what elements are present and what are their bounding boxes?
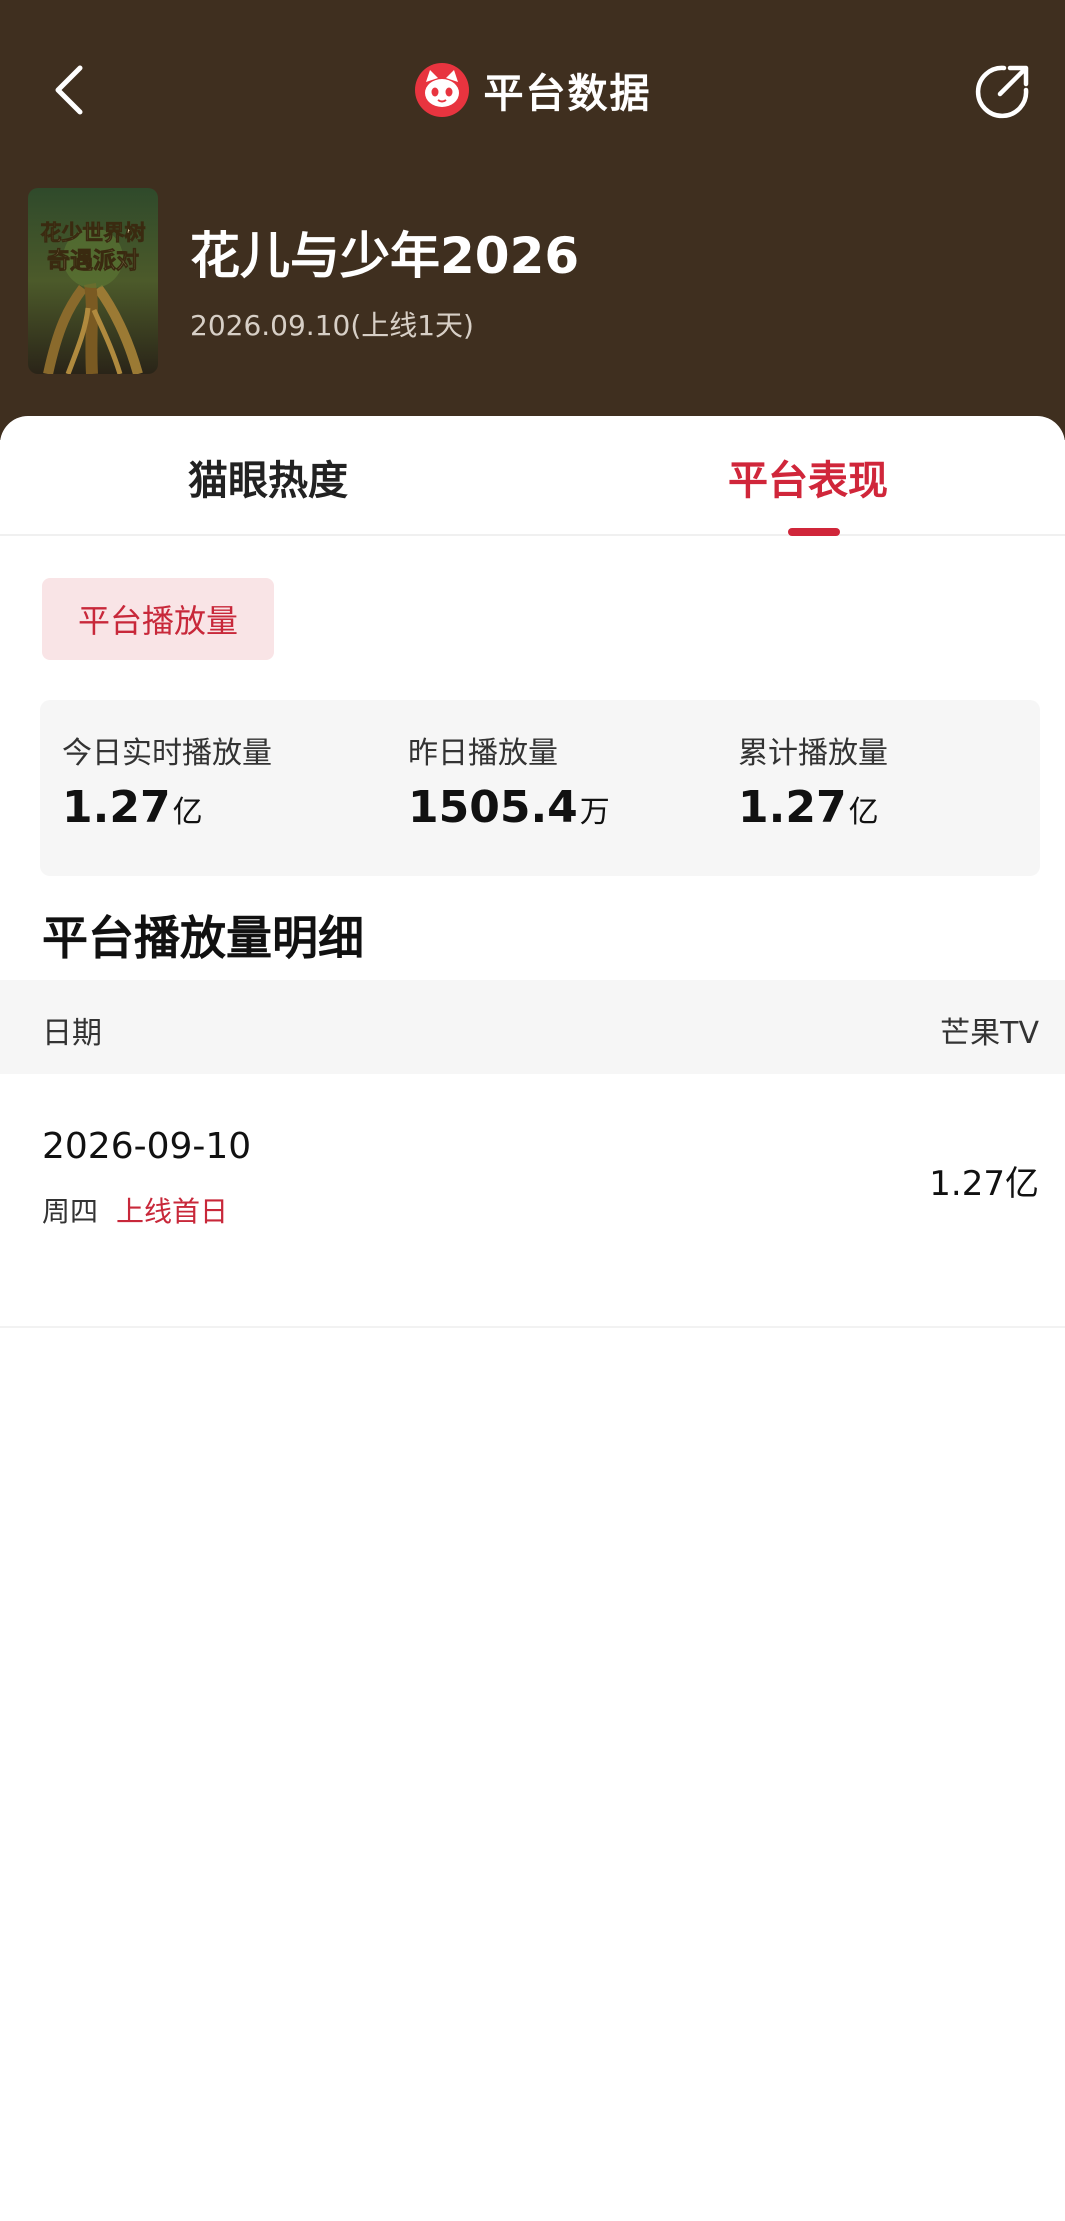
table-row[interactable]: 2026-09-10 周四 上线首日 1.27亿 bbox=[0, 1074, 1065, 1328]
stat-label: 累计播放量 bbox=[738, 736, 888, 771]
show-poster[interactable]: 花少世界树 奇遇派对 bbox=[28, 188, 158, 374]
active-tab-indicator bbox=[788, 528, 840, 536]
stat-unit: 亿 bbox=[172, 795, 203, 830]
filter-chip-platform-plays[interactable]: 平台播放量 bbox=[42, 578, 274, 660]
content-sheet: 猫眼热度 平台表现 平台播放量 今日实时播放量 1.27亿 昨日播放量 1505… bbox=[0, 416, 1065, 2221]
stat-number: 1505.4 bbox=[408, 782, 578, 833]
row-weekday: 周四 bbox=[42, 1195, 99, 1228]
tab-maoyan-heat[interactable]: 猫眼热度 bbox=[188, 448, 348, 504]
header: 平台数据 花少世界树 奇遇派对 花儿与少年2026 2026.09.10(上线1… bbox=[0, 0, 1065, 440]
maoyan-cat-logo-icon bbox=[414, 63, 469, 117]
column-header-platform[interactable]: 芒果TV bbox=[940, 1008, 1039, 1052]
tab-bar: 猫眼热度 平台表现 bbox=[0, 416, 1065, 536]
stat-unit: 万 bbox=[579, 795, 610, 830]
stat-value: 1.27亿 bbox=[738, 782, 879, 833]
stat-label: 今日实时播放量 bbox=[62, 736, 272, 771]
share-button[interactable] bbox=[970, 60, 1034, 124]
top-bar: 平台数据 bbox=[0, 40, 1065, 140]
svg-text:奇遇派对: 奇遇派对 bbox=[47, 247, 139, 274]
stat-number: 1.27 bbox=[738, 782, 847, 833]
share-icon bbox=[975, 65, 1029, 119]
row-value: 1.27亿 bbox=[929, 1164, 1039, 1204]
tab-platform-performance[interactable]: 平台表现 bbox=[728, 448, 888, 504]
stat-value: 1505.4万 bbox=[408, 782, 610, 833]
table-header: 日期 芒果TV bbox=[0, 980, 1065, 1074]
stat-value: 1.27亿 bbox=[62, 782, 203, 833]
stat-number: 1.27 bbox=[62, 782, 171, 833]
row-date: 2026-09-10 bbox=[42, 1126, 252, 1167]
stat-unit: 亿 bbox=[848, 795, 879, 830]
page-title: 平台数据 bbox=[483, 71, 652, 117]
svg-text:花少世界树: 花少世界树 bbox=[41, 221, 146, 245]
show-release-info: 2026.09.10(上线1天) bbox=[190, 309, 474, 342]
poster-image: 花少世界树 奇遇派对 bbox=[28, 188, 158, 374]
row-tag: 上线首日 bbox=[116, 1195, 229, 1228]
column-header-date: 日期 bbox=[42, 1016, 102, 1051]
stat-label: 昨日播放量 bbox=[408, 736, 558, 771]
title-wrap: 平台数据 bbox=[0, 62, 1065, 118]
stats-panel: 今日实时播放量 1.27亿 昨日播放量 1505.4万 累计播放量 1.27亿 bbox=[40, 700, 1040, 876]
show-title: 花儿与少年2026 bbox=[190, 227, 580, 285]
detail-section-title: 平台播放量明细 bbox=[42, 911, 364, 965]
